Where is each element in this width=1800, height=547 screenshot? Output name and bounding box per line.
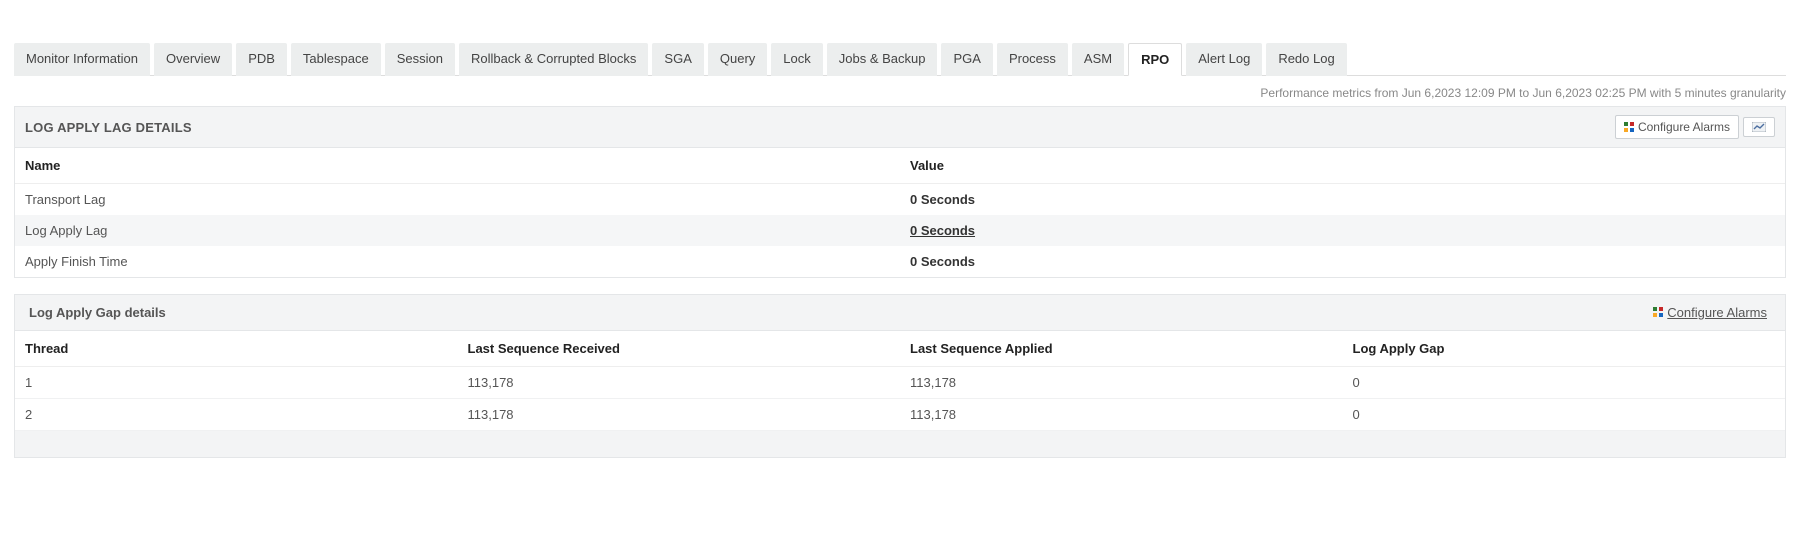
cell-apl: 113,178 — [900, 367, 1343, 399]
configure-alarms-link[interactable]: Configure Alarms — [1653, 305, 1775, 320]
tab-process[interactable]: Process — [997, 43, 1068, 76]
cell-name: Transport Lag — [15, 184, 900, 216]
log-apply-gap-title: Log Apply Gap details — [25, 305, 1653, 320]
col-gap: Log Apply Gap — [1343, 331, 1786, 367]
cell-thread: 2 — [15, 399, 458, 431]
cell-value: 0 Seconds — [900, 184, 1785, 216]
cell-value: 0 Seconds — [900, 215, 1785, 246]
log-apply-lag-title: LOG APPLY LAG DETAILS — [25, 120, 1615, 135]
tab-overview[interactable]: Overview — [154, 43, 232, 76]
tab-pga[interactable]: PGA — [941, 43, 992, 76]
table-footer — [15, 431, 1785, 457]
tab-jobs-backup[interactable]: Jobs & Backup — [827, 43, 938, 76]
log-apply-gap-table: Thread Last Sequence Received Last Seque… — [15, 331, 1785, 457]
tab-pdb[interactable]: PDB — [236, 43, 287, 76]
cell-apl: 113,178 — [900, 399, 1343, 431]
alarm-icon — [1653, 305, 1663, 320]
cell-name: Log Apply Lag — [15, 215, 900, 246]
cell-recv: 113,178 — [458, 399, 901, 431]
cell-value: 0 Seconds — [900, 246, 1785, 277]
tab-session[interactable]: Session — [385, 43, 455, 76]
table-row: Apply Finish Time 0 Seconds — [15, 246, 1785, 277]
performance-metrics-note: Performance metrics from Jun 6,2023 12:0… — [14, 76, 1786, 106]
value-text: 0 Seconds — [910, 192, 975, 207]
tab-tablespace[interactable]: Tablespace — [291, 43, 381, 76]
value-text: 0 Seconds — [910, 254, 975, 269]
tab-query[interactable]: Query — [708, 43, 767, 76]
col-value: Value — [900, 148, 1785, 184]
table-row: 1113,178113,1780 — [15, 367, 1785, 399]
configure-alarms-button[interactable]: Configure Alarms — [1615, 115, 1739, 139]
tab-lock[interactable]: Lock — [771, 43, 822, 76]
tab-rpo[interactable]: RPO — [1128, 43, 1182, 76]
configure-alarms-label: Configure Alarms — [1638, 120, 1730, 134]
chart-options-button[interactable] — [1743, 117, 1775, 137]
log-apply-gap-header: Log Apply Gap details Configure Alarms — [15, 295, 1785, 331]
tab-monitor-information[interactable]: Monitor Information — [14, 43, 150, 76]
cell-name: Apply Finish Time — [15, 246, 900, 277]
col-recv: Last Sequence Received — [458, 331, 901, 367]
table-row: Transport Lag 0 Seconds — [15, 184, 1785, 216]
cell-gap: 0 — [1343, 399, 1786, 431]
tab-bar: Monitor InformationOverviewPDBTablespace… — [14, 42, 1786, 76]
log-apply-lag-panel: LOG APPLY LAG DETAILS Configure Alarms N… — [14, 106, 1786, 278]
chart-icon — [1752, 122, 1766, 132]
log-apply-lag-table: Name Value Transport Lag0 SecondsLog App… — [15, 148, 1785, 277]
table-row: 2113,178113,1780 — [15, 399, 1785, 431]
configure-alarms-link-label: Configure Alarms — [1667, 305, 1767, 320]
col-thread: Thread — [15, 331, 458, 367]
log-apply-gap-panel: Log Apply Gap details Configure Alarms T… — [14, 294, 1786, 458]
col-name: Name — [15, 148, 900, 184]
cell-recv: 113,178 — [458, 367, 901, 399]
alarm-icon — [1624, 122, 1634, 132]
table-row: Log Apply Lag 0 Seconds — [15, 215, 1785, 246]
value-link[interactable]: 0 Seconds — [910, 223, 975, 238]
tab-rollback-corrupted-blocks[interactable]: Rollback & Corrupted Blocks — [459, 43, 648, 76]
tab-redo-log[interactable]: Redo Log — [1266, 43, 1346, 76]
col-apl: Last Sequence Applied — [900, 331, 1343, 367]
cell-gap: 0 — [1343, 367, 1786, 399]
cell-thread: 1 — [15, 367, 458, 399]
log-apply-lag-header: LOG APPLY LAG DETAILS Configure Alarms — [15, 107, 1785, 148]
tab-sga[interactable]: SGA — [652, 43, 703, 76]
tab-alert-log[interactable]: Alert Log — [1186, 43, 1262, 76]
tab-asm[interactable]: ASM — [1072, 43, 1124, 76]
